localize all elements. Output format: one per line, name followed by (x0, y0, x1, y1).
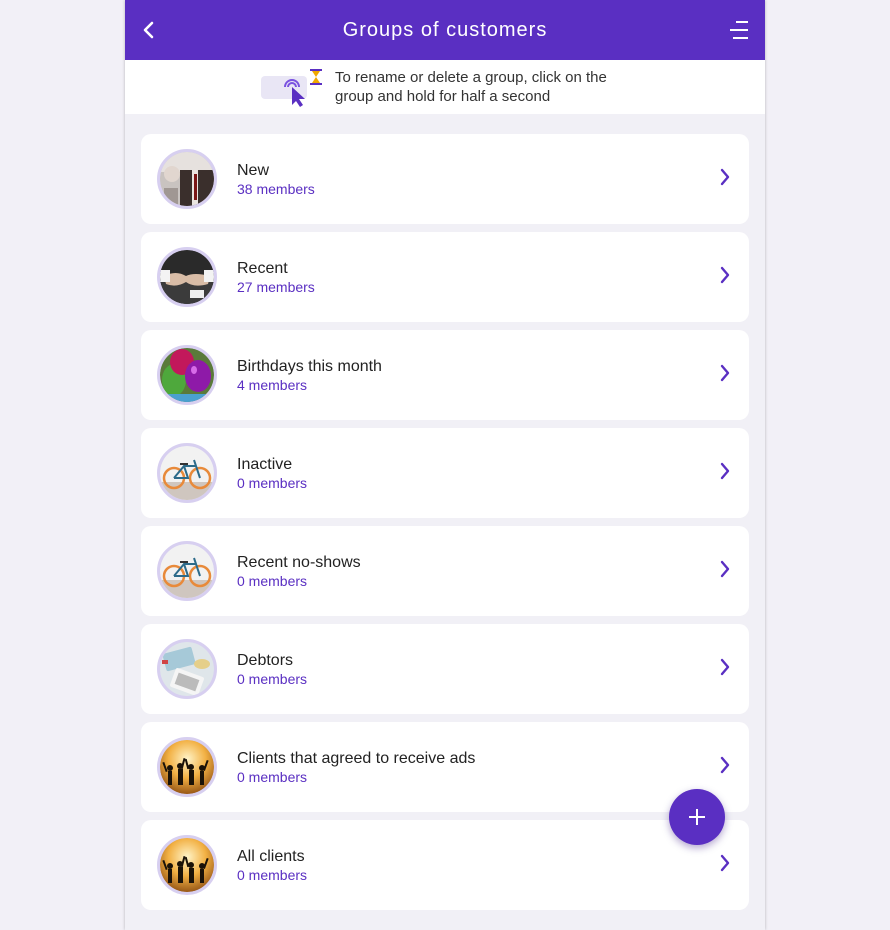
bicycle-photo (157, 541, 217, 601)
group-member-count: 0 members (237, 768, 308, 785)
hint-bar: To rename or delete a group, click on th… (125, 60, 765, 114)
group-name: All clients (237, 847, 305, 865)
app-header: Groups of customers (125, 0, 765, 60)
handshake-photo (157, 247, 217, 307)
group-member-count: 0 members (237, 474, 308, 491)
group-card-debtors[interactable]: Debtors 0 members (141, 624, 749, 714)
plus-icon (689, 809, 705, 825)
group-name: Recent no-shows (237, 553, 361, 571)
group-member-count: 27 members (237, 278, 315, 295)
bicycle-photo (157, 443, 217, 503)
group-name: Debtors (237, 651, 294, 669)
group-card-new[interactable]: New 38 members (141, 134, 749, 224)
hourglass-icon (310, 69, 322, 85)
chevron-right-icon (720, 560, 730, 578)
balloons-photo (157, 345, 217, 405)
page-title: Groups of customers (342, 18, 548, 41)
businessman-photo (157, 149, 217, 209)
group-name: New (237, 161, 270, 179)
group-card-inactive[interactable]: Inactive 0 members (141, 428, 749, 518)
chevron-right-icon (720, 854, 730, 872)
group-name: Recent (237, 259, 288, 277)
group-card-recent-no-shows[interactable]: Recent no-shows 0 members (141, 526, 749, 616)
chevron-right-icon (720, 462, 730, 480)
group-member-count: 38 members (237, 180, 315, 197)
group-member-count: 0 members (237, 572, 308, 589)
group-card-all-clients[interactable]: All clients 0 members (141, 820, 749, 910)
hint-text: To rename or delete a group, click on th… (335, 69, 607, 105)
group-name: Clients that agreed to receive ads (237, 749, 476, 767)
back-chevron-icon[interactable] (137, 18, 161, 42)
menu-icon[interactable] (727, 18, 751, 42)
chevron-right-icon (720, 756, 730, 774)
calculator-money-photo (157, 639, 217, 699)
group-card-recent[interactable]: Recent 27 members (141, 232, 749, 322)
group-member-count: 0 members (237, 866, 308, 883)
group-list: New 38 members Recent 27 members Birthda… (125, 114, 765, 910)
tap-hold-icon (255, 65, 327, 109)
party-silhouettes-photo (157, 737, 217, 797)
chevron-right-icon (720, 266, 730, 284)
chevron-right-icon (720, 364, 730, 382)
group-name: Inactive (237, 455, 293, 473)
chevron-right-icon (720, 168, 730, 186)
group-name: Birthdays this month (237, 357, 382, 375)
chevron-right-icon (720, 658, 730, 676)
group-card-birthdays-this-month[interactable]: Birthdays this month 4 members (141, 330, 749, 420)
party-silhouettes-photo (157, 835, 217, 895)
group-member-count: 0 members (237, 670, 308, 687)
add-group-button[interactable] (669, 789, 725, 845)
app-window: Groups of customers To rename or delete … (125, 0, 765, 930)
group-card-clients-agreed-ads[interactable]: Clients that agreed to receive ads 0 mem… (141, 722, 749, 812)
group-member-count: 4 members (237, 376, 308, 393)
